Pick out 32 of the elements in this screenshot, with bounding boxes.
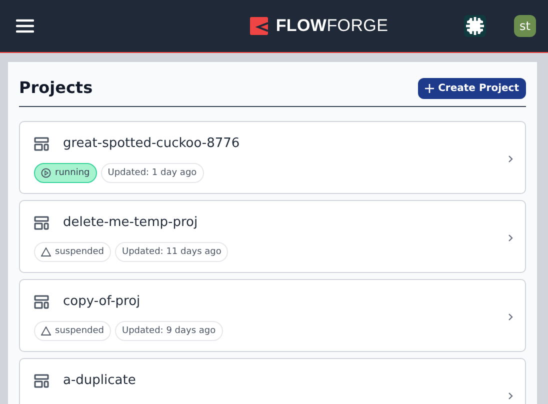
updated-badge: Updated: 9 days ago [115,321,223,342]
project-name: a-duplicate [63,372,136,390]
project-card[interactable]: great-spotted-cuckoo-8776 running Updated: 1 day ago [19,121,526,194]
create-project-button[interactable]: Create Project [418,78,526,98]
project-card[interactable]: delete-me-temp-proj suspended Updated: 11 days ago [19,200,526,273]
updated-badge: Updated: 11 days ago [115,242,228,262]
chevron-right-icon[interactable] [508,312,513,320]
chevron-right-icon[interactable] [508,234,513,242]
project-card[interactable]: a-duplicate [19,358,526,404]
updated-badge: Updated: 1 day ago [100,163,204,184]
status-badge: running [34,163,97,184]
layout-icon [34,294,49,308]
chevron-right-icon[interactable] [508,392,513,400]
page-title: Projects [19,77,93,99]
layout-icon [34,374,49,388]
warning-icon [41,326,51,336]
plus-icon [425,84,434,92]
project-name: delete-me-temp-proj [63,214,198,232]
user-avatar[interactable]: st [514,15,536,37]
logo-icon [250,17,268,35]
status-badge: suspended [34,321,111,342]
play-circle-icon [41,168,51,178]
layout-icon [34,136,49,150]
project-card[interactable]: copy-of-proj suspended Updated: 9 days ago [19,279,526,352]
project-name: copy-of-proj [63,292,140,311]
chevron-right-icon[interactable] [508,154,513,162]
menu-icon[interactable] [16,19,34,33]
project-name: great-spotted-cuckoo-8776 [63,134,240,153]
status-badge: suspended [34,242,111,262]
warning-icon [41,247,51,258]
layout-icon [34,216,49,230]
logo-text: FLOWFORGE [276,15,388,38]
